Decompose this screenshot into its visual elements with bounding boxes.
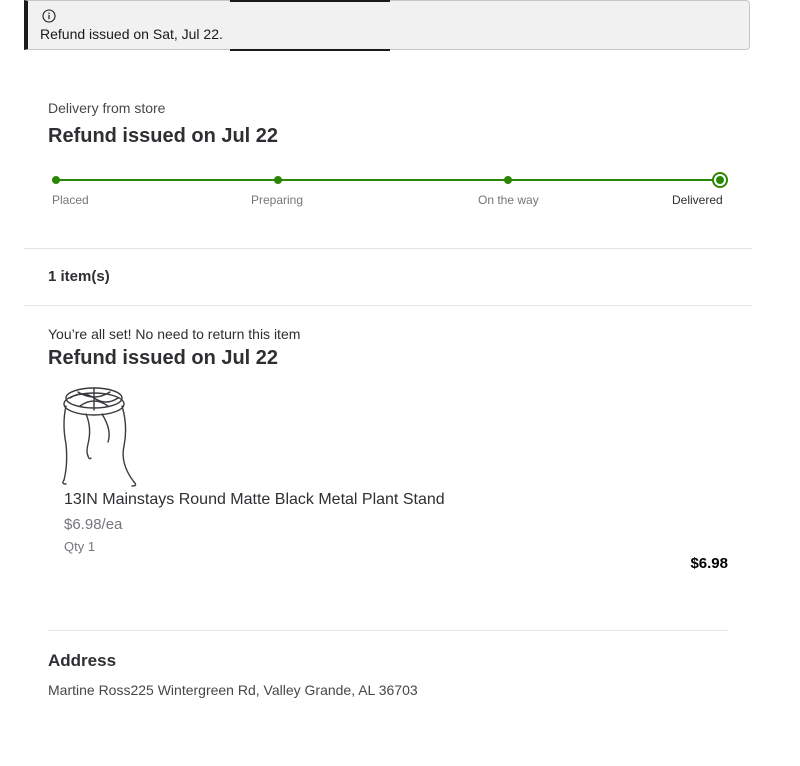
step-dot-delivered <box>712 172 728 188</box>
step-label-placed: Placed <box>52 193 89 207</box>
order-details-page: Refund issued on Sat, Jul 22. Delivery f… <box>0 0 800 766</box>
step-dot-placed <box>52 176 60 184</box>
order-progress-tracker: Placed Preparing On the way Delivered <box>52 172 728 212</box>
product-total-price: $6.98 <box>690 555 728 572</box>
progress-line <box>56 179 720 181</box>
section-divider <box>24 248 752 249</box>
delivery-type-label: Delivery from store <box>48 100 166 116</box>
step-dot-preparing <box>274 176 282 184</box>
product-unit-price: $6.98/ea <box>64 516 123 533</box>
alert-message: Refund issued on Sat, Jul 22. <box>40 26 223 42</box>
step-dot-on-the-way <box>504 176 512 184</box>
info-icon <box>42 9 56 23</box>
section-divider <box>48 630 728 631</box>
alert-focus-bar-bottom <box>230 49 390 51</box>
step-label-delivered: Delivered <box>672 193 723 207</box>
product-quantity: Qty 1 <box>64 539 96 554</box>
delivery-status-title: Refund issued on Jul 22 <box>48 125 279 147</box>
shipping-address: Martine Ross225 Wintergreen Rd, Valley G… <box>48 682 418 698</box>
items-count: 1 item(s) <box>48 268 110 285</box>
step-label-preparing: Preparing <box>251 193 304 207</box>
address-heading: Address <box>48 651 117 670</box>
section-divider <box>24 305 752 306</box>
step-label-on-the-way: On the way <box>478 193 539 207</box>
plant-stand-image[interactable] <box>58 384 144 490</box>
item-refund-title: Refund issued on Jul 22 <box>48 347 279 369</box>
return-note: You’re all set! No need to return this i… <box>48 326 301 342</box>
refund-alert-banner: Refund issued on Sat, Jul 22. <box>24 0 750 51</box>
alert-focus-bar <box>230 0 390 2</box>
product-name-link[interactable]: 13IN Mainstays Round Matte Black Metal P… <box>64 491 445 509</box>
